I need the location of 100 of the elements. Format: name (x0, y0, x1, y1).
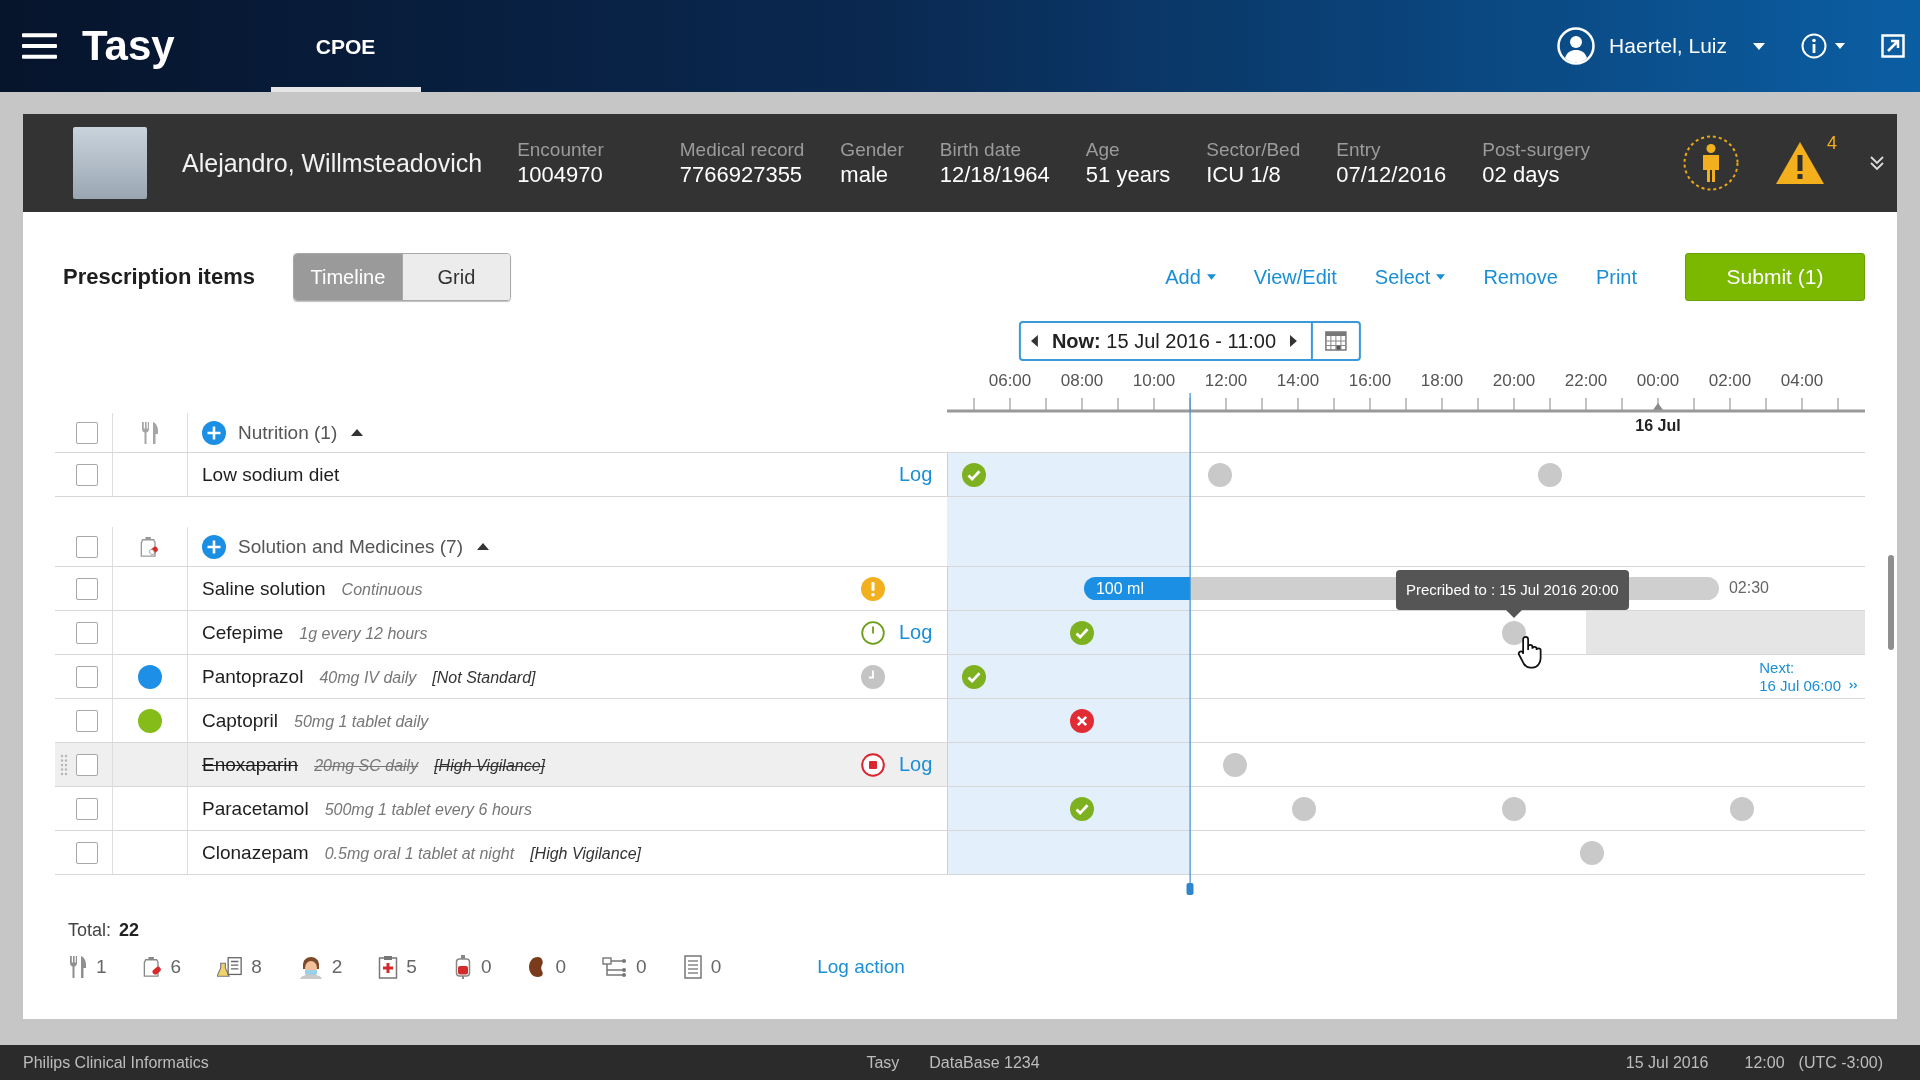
hour-label: 14:00 (1276, 371, 1320, 391)
checkbox[interactable] (76, 753, 98, 776)
toolbar-link[interactable]: Add (1165, 265, 1201, 289)
next-dose-time[interactable]: 16 Jul 06:00 (1759, 676, 1841, 695)
scheduled-dot-icon[interactable] (1208, 462, 1232, 487)
hour-label: 10:00 (1132, 371, 1176, 391)
checkbox[interactable] (76, 421, 98, 444)
view-toggle[interactable]: Grid (401, 254, 510, 300)
scheduled-dot-icon[interactable] (1501, 796, 1526, 821)
hour-label: 08:00 (1060, 371, 1104, 391)
field-label: Medical record (679, 138, 805, 161)
clock-icon[interactable] (861, 620, 885, 645)
item-name[interactable]: Enoxaparin (202, 753, 299, 776)
item-name[interactable]: Paracetamol (202, 797, 309, 820)
check-circle-icon[interactable] (962, 462, 986, 487)
flask-document-icon[interactable] (217, 955, 244, 979)
medicine-bag-icon[interactable] (142, 955, 163, 979)
scheduled-dot-icon[interactable] (1538, 462, 1563, 487)
scheduled-dot-icon[interactable] (1730, 796, 1754, 821)
count-value: 0 (636, 956, 647, 978)
error-circle-icon[interactable] (1070, 708, 1095, 733)
toolbar-link[interactable]: Print (1595, 265, 1637, 289)
user-name[interactable]: Haertel, Luiz (1609, 34, 1727, 58)
checkbox[interactable] (76, 709, 98, 732)
scheduled-dot-icon[interactable] (1580, 840, 1604, 865)
module-tab[interactable]: CPOE (270, 0, 421, 92)
checkbox[interactable] (76, 797, 98, 820)
scheduled-dot-icon[interactable] (1292, 796, 1316, 821)
stop-icon[interactable] (861, 752, 885, 777)
view-toggle[interactable]: Timeline (293, 254, 402, 300)
toolbar-link[interactable]: Select (1374, 265, 1431, 289)
add-icon[interactable] (202, 534, 226, 559)
item-name[interactable]: Cefepime (202, 621, 284, 644)
item-dosage: 1g every 12 hours (299, 624, 428, 643)
count-value: 0 (480, 956, 492, 978)
collapse-caret-icon[interactable] (351, 429, 364, 436)
tubes-icon[interactable] (602, 955, 629, 979)
toolbar-link[interactable]: Remove (1483, 265, 1558, 289)
field-value: ICU 1/8 (1206, 161, 1282, 188)
user-avatar-icon[interactable] (1557, 27, 1596, 65)
check-circle-icon[interactable] (962, 664, 986, 689)
checkbox[interactable] (76, 535, 98, 558)
double-chevron-icon[interactable] (1849, 682, 1859, 689)
status-date: 15 Jul 2016 (1625, 1053, 1709, 1072)
log-link[interactable]: Log (899, 753, 933, 775)
total-label: Total: (68, 920, 112, 941)
field-label: Post-surgery (1482, 138, 1591, 161)
next-dose-label[interactable]: Next: (1759, 658, 1859, 677)
checkbox[interactable] (76, 621, 98, 644)
scrollbar-thumb[interactable] (1888, 555, 1894, 650)
toolbar-link[interactable]: View/Edit (1253, 265, 1337, 289)
checkbox[interactable] (76, 665, 98, 688)
group-title[interactable]: Solution and Medicines (7) (238, 535, 463, 558)
expand-chevron-icon[interactable] (1869, 155, 1885, 171)
menu-icon[interactable] (22, 32, 57, 60)
scheduled-dot-icon[interactable] (1222, 752, 1247, 777)
app-logo: Tasy (82, 22, 175, 70)
item-name[interactable]: Low sodium diet (202, 463, 340, 486)
log-link[interactable]: Log (899, 463, 933, 485)
hour-label: 06:00 (988, 371, 1032, 391)
previous-caret-icon[interactable] (1030, 335, 1038, 347)
submit-button[interactable]: Submit (1) (1685, 253, 1865, 301)
item-name[interactable]: Clonazepam (202, 841, 309, 864)
item-name[interactable]: Pantoprazol (202, 665, 304, 688)
caret-down-icon[interactable] (1206, 274, 1216, 280)
check-circle-icon[interactable] (1070, 796, 1095, 821)
info-icon[interactable] (1801, 33, 1827, 59)
fork-knife-icon[interactable] (68, 955, 88, 979)
checkbox[interactable] (76, 463, 98, 486)
log-action-link[interactable]: Log action (817, 956, 905, 978)
caret-down-icon[interactable] (1835, 43, 1845, 49)
calendar-icon[interactable] (1325, 331, 1348, 351)
checkbox[interactable] (76, 577, 98, 600)
medical-clipboard-icon[interactable] (378, 955, 399, 979)
nurse-icon[interactable] (297, 955, 324, 979)
log-link[interactable]: Log (899, 621, 933, 643)
document-icon[interactable] (682, 955, 703, 979)
group-title[interactable]: Nutrition (1) (238, 421, 338, 444)
caret-down-icon[interactable] (1753, 42, 1765, 50)
person-icon[interactable] (1683, 135, 1739, 191)
warning-icon[interactable] (1775, 141, 1825, 185)
drag-handle-icon[interactable] (60, 754, 68, 776)
infusion-given-bar[interactable]: 100 ml (1083, 577, 1190, 600)
item-dosage: Continuous (341, 580, 423, 599)
check-circle-icon[interactable] (1070, 620, 1095, 645)
scheduled-dot-icon[interactable] (1501, 620, 1526, 645)
next-caret-icon[interactable] (1290, 335, 1298, 347)
company-name: Philips Clinical Informatics (23, 1053, 209, 1071)
caret-down-icon[interactable] (1436, 274, 1446, 280)
add-icon[interactable] (202, 420, 226, 445)
alert-count: 4 (1827, 133, 1837, 154)
hour-label: 02:00 (1708, 371, 1752, 391)
item-name[interactable]: Saline solution (202, 577, 326, 600)
clock-icon[interactable] (861, 664, 885, 689)
external-window-icon[interactable] (1881, 34, 1905, 58)
database-name: DataBase 1234 (929, 1053, 1040, 1072)
item-name[interactable]: Captopril (202, 709, 279, 732)
field-value: 7766927355 (679, 161, 804, 188)
checkbox[interactable] (76, 841, 98, 864)
collapse-caret-icon[interactable] (476, 543, 489, 550)
